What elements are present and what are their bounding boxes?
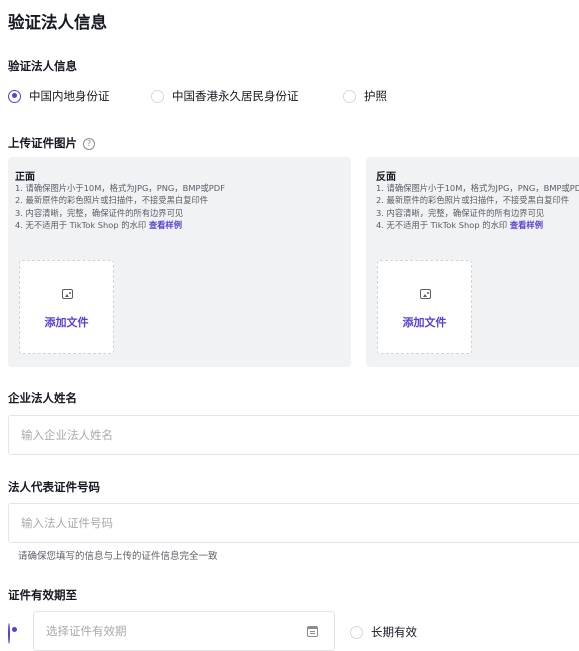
id-number-input[interactable] — [21, 504, 551, 542]
view-sample-link[interactable]: 查看样例 — [149, 220, 182, 230]
image-icon — [420, 289, 431, 299]
rule-item-watermark: 4. 无不适用于 TikTok Shop 的水印 查看样例 — [376, 219, 579, 231]
rule-item: 2. 最新原件的彩色照片或扫描件，不接受黑白复印件 — [376, 195, 570, 206]
radio-button[interactable] — [151, 89, 164, 103]
radio-button[interactable] — [343, 89, 356, 103]
legal-name-label: 企业法人姓名 — [8, 391, 77, 405]
card-title-front: 正面 — [15, 172, 35, 183]
legal-name-field[interactable] — [8, 415, 579, 455]
radio-label: 中国香港永久居民身份证 — [172, 89, 299, 103]
image-icon — [62, 289, 73, 299]
rule-text: 4. 无不适用于 TikTok Shop 的水印 — [376, 220, 508, 231]
rule-item: 1. 请确保图片小于10M，格式为JPG，PNG，BMP或PDF — [15, 183, 225, 193]
add-file-button[interactable]: 添加文件 — [20, 314, 113, 330]
upload-rules-back: 1. 请确保图片小于10M，格式为JPG，PNG，BMP或PDF 2. 最新原件… — [376, 182, 579, 232]
radio-option-passport[interactable]: 护照 — [343, 88, 387, 104]
upload-label: 上传证件图片 — [8, 136, 77, 150]
rule-item: 1. 请确保图片小于10M，格式为JPG，PNG，BMP或PDF — [376, 183, 579, 193]
id-number-field[interactable] — [8, 503, 579, 543]
radio-option-hk-id[interactable]: 中国香港永久居民身份证 — [151, 88, 299, 104]
validity-label: 证件有效期至 — [8, 588, 77, 602]
page-title: 验证法人信息 — [8, 13, 107, 32]
rule-item: 3. 内容清晰，完整，确保证件的所有边界可见 — [15, 207, 184, 218]
id-number-label: 法人代表证件号码 — [8, 480, 100, 494]
add-file-button[interactable]: 添加文件 — [378, 314, 471, 330]
upload-card-front: 正面 1. 请确保图片小于10M，格式为JPG，PNG，BMP或PDF 2. 最… — [8, 157, 351, 367]
rule-item-watermark: 4. 无不适用于 TikTok Shop 的水印 查看样例 — [15, 219, 225, 231]
view-sample-link[interactable]: 查看样例 — [510, 220, 543, 230]
legal-name-input[interactable] — [21, 416, 551, 454]
upload-rules-front: 1. 请确保图片小于10M，格式为JPG，PNG，BMP或PDF 2. 最新原件… — [15, 182, 225, 232]
upload-card-back: 反面 1. 请确保图片小于10M，格式为JPG，PNG，BMP或PDF 2. 最… — [366, 157, 579, 367]
radio-label: 中国内地身份证 — [29, 89, 110, 103]
radio-button[interactable] — [350, 625, 363, 639]
radio-label: 护照 — [364, 89, 387, 103]
id-number-helper: 请确保您填写的信息与上传的证件信息完全一致 — [18, 551, 218, 562]
question-circle-icon[interactable]: ? — [83, 138, 95, 150]
upload-label-row: 上传证件图片? — [8, 135, 95, 151]
calendar-icon[interactable] — [307, 626, 318, 637]
radio-option-long-term[interactable]: 长期有效 — [350, 624, 417, 640]
rule-item: 3. 内容清晰，完整，确保证件的所有边界可见 — [376, 207, 545, 218]
rule-text: 4. 无不适用于 TikTok Shop 的水印 — [15, 220, 147, 231]
file-drop-zone-front[interactable]: 添加文件 — [19, 260, 114, 354]
card-title-back: 反面 — [376, 172, 396, 183]
date-picker-field[interactable] — [33, 611, 335, 651]
rule-item: 2. 最新原件的彩色照片或扫描件，不接受黑白复印件 — [15, 195, 209, 206]
id-type-label: 验证法人信息 — [8, 59, 77, 73]
radio-label: 长期有效 — [371, 625, 417, 639]
radio-option-mainland-id[interactable]: 中国内地身份证 — [8, 88, 110, 104]
radio-button[interactable] — [8, 89, 21, 103]
date-picker-input[interactable] — [46, 612, 316, 650]
file-drop-zone-back[interactable]: 添加文件 — [377, 260, 472, 354]
radio-date-option[interactable] — [8, 623, 10, 644]
